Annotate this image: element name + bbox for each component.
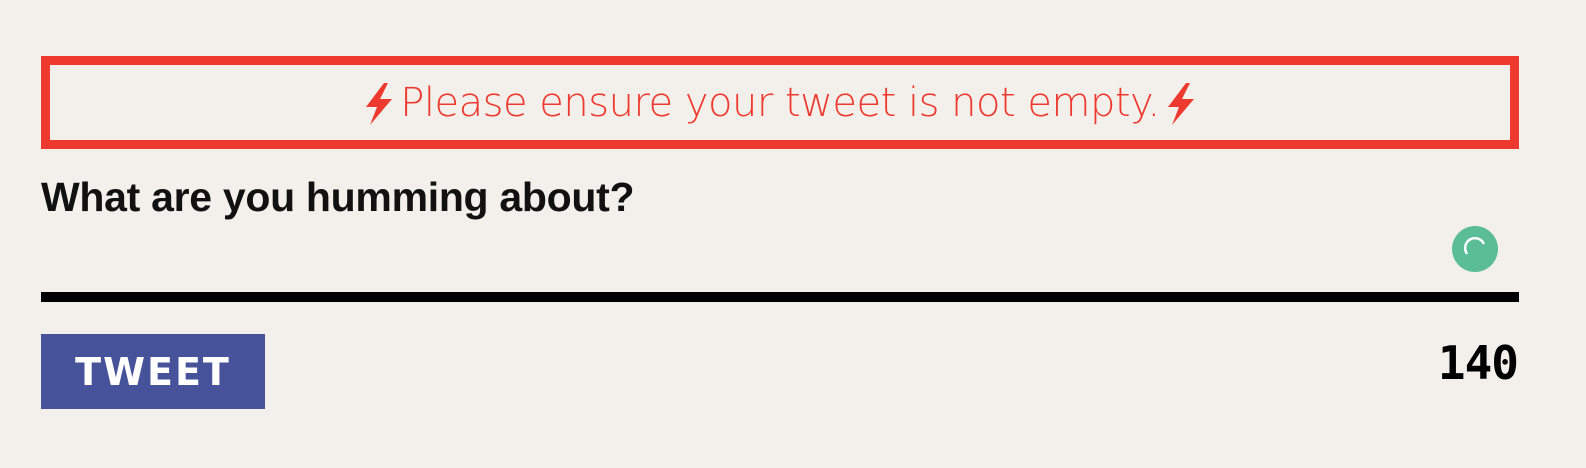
error-message: Please ensure your tweet is not empty. bbox=[400, 79, 1160, 126]
error-banner: Please ensure your tweet is not empty. bbox=[41, 56, 1519, 149]
character-counter: 140 bbox=[1437, 336, 1519, 390]
tweet-input[interactable] bbox=[41, 218, 1519, 292]
tweet-button[interactable]: TWEET bbox=[41, 334, 265, 409]
lightning-bolt-icon bbox=[360, 81, 398, 127]
tweet-composer: Please ensure your tweet is not empty. W… bbox=[0, 0, 1586, 468]
input-underline bbox=[41, 292, 1519, 302]
composer-prompt-label: What are you humming about? bbox=[41, 174, 635, 220]
lightning-bolt-icon bbox=[1162, 81, 1200, 127]
loading-spinner-icon bbox=[1452, 226, 1498, 272]
